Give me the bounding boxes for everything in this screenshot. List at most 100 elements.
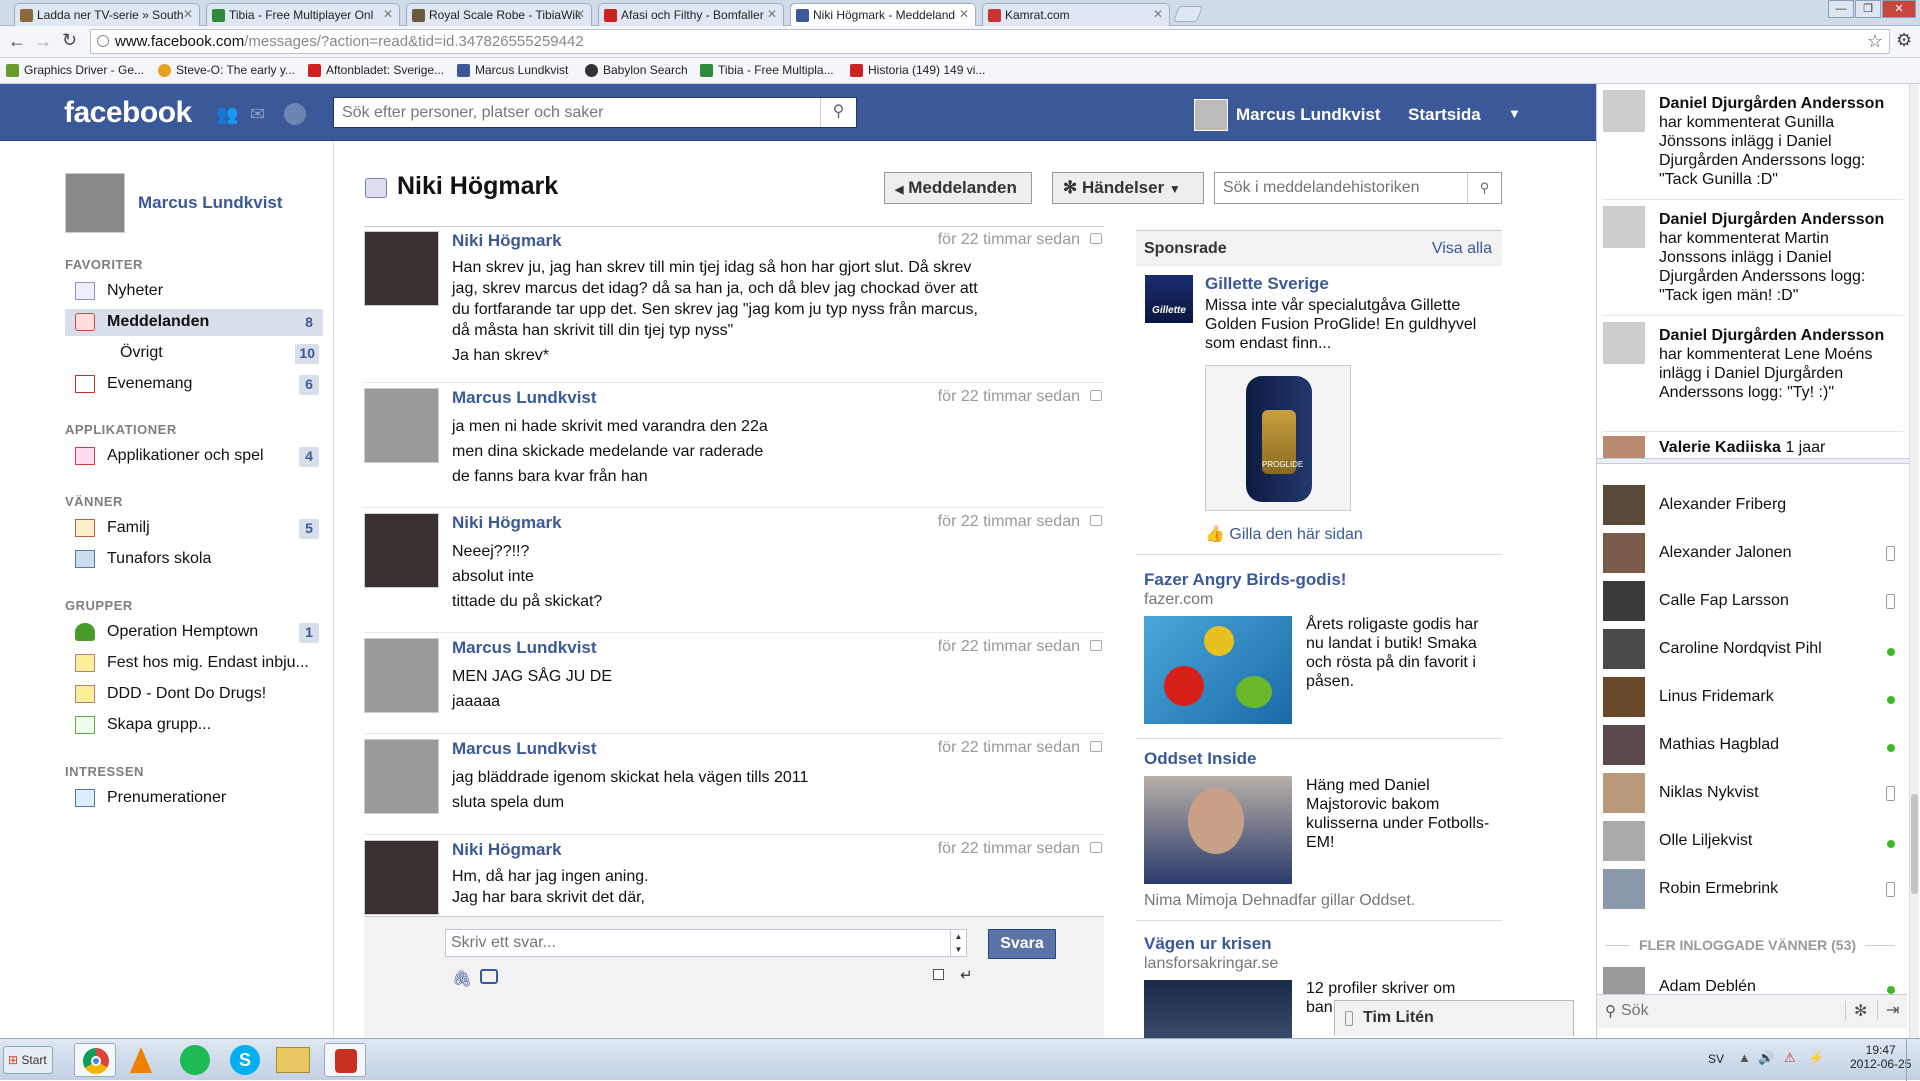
bookmark-item[interactable]: Steve-O: The early y...	[158, 63, 295, 77]
ticker-story[interactable]: Daniel Djurgården Andersson har kommente…	[1603, 316, 1903, 432]
close-tab-icon[interactable]: ✕	[575, 7, 585, 21]
nav-item-school[interactable]: Tunafors skola	[65, 546, 323, 573]
ticker-story[interactable]: Valerie Kadiiska 1 jaar	[1603, 432, 1903, 458]
message-author[interactable]: Marcus Lundkvist	[452, 638, 597, 658]
chat-friend[interactable]: Caroline Nordqvist Pihl	[1603, 626, 1903, 670]
ticker-story[interactable]: Daniel Djurgården Andersson har kommente…	[1603, 200, 1903, 316]
sender-avatar[interactable]	[364, 388, 439, 463]
maximize-window-button[interactable]: ❐	[1855, 0, 1881, 18]
ad-image-crisis[interactable]	[1144, 980, 1292, 1038]
message-author[interactable]: Niki Högmark	[452, 840, 562, 860]
ad-text[interactable]: Missa inte vår specialutgåva Gillette Go…	[1205, 296, 1495, 353]
sender-avatar[interactable]	[364, 513, 439, 588]
nav-item-messages[interactable]: Meddelanden 8	[65, 309, 323, 336]
ad-image-angry-birds[interactable]	[1144, 616, 1292, 724]
gillette-logo[interactable]: Gillette	[1145, 275, 1193, 323]
back-to-messages-button[interactable]: ◀ Meddelanden	[884, 172, 1032, 204]
sender-avatar[interactable]	[364, 840, 439, 915]
vlc-icon[interactable]	[126, 1045, 156, 1075]
bookmark-item[interactable]: Aftonbladet: Sverige...	[308, 63, 444, 77]
ad-text[interactable]: Årets roligaste godis har nu landat i bu…	[1306, 615, 1496, 691]
ticker-resize-handle[interactable]	[1597, 458, 1917, 464]
skype-icon[interactable]: S	[230, 1045, 260, 1075]
nav-item-subscriptions[interactable]: Prenumerationer	[65, 785, 323, 812]
network-icon[interactable]: ⚠	[1784, 1050, 1796, 1066]
ad-title[interactable]: Fazer Angry Birds-godis!	[1144, 570, 1346, 590]
nav-item-family[interactable]: Familj 5	[65, 515, 323, 542]
close-tab-icon[interactable]: ✕	[383, 7, 393, 21]
chat-friend[interactable]: Alexander Friberg	[1603, 482, 1903, 526]
close-tab-icon[interactable]: ✕	[767, 7, 777, 21]
camera-icon[interactable]	[480, 969, 498, 984]
page-info-icon[interactable]	[97, 35, 109, 47]
show-desktop-button[interactable]	[1906, 1039, 1920, 1081]
bookmark-item[interactable]: Graphics Driver - Ge...	[6, 63, 144, 77]
profile-name-link[interactable]: Marcus Lundkvist	[138, 193, 283, 213]
start-button[interactable]: ⊞ Start	[3, 1046, 53, 1074]
explorer-folder-icon[interactable]	[276, 1047, 310, 1073]
volume-icon[interactable]: 🔊	[1758, 1050, 1774, 1066]
chat-friend[interactable]: Calle Fap Larsson	[1603, 578, 1903, 622]
address-bar[interactable]: www.facebook.com/messages/?action=read&t…	[90, 29, 1890, 54]
history-search-input[interactable]	[1215, 173, 1463, 203]
messages-icon[interactable]: ✉	[250, 104, 272, 124]
bookmark-item[interactable]: Marcus Lundkvist	[457, 63, 568, 77]
close-tab-icon[interactable]: ✕	[1153, 7, 1163, 21]
chat-friend[interactable]: Linus Fridemark	[1603, 674, 1903, 718]
message-author[interactable]: Marcus Lundkvist	[452, 388, 597, 408]
chat-friend[interactable]: Alexander Jalonen	[1603, 530, 1903, 574]
message-author[interactable]: Marcus Lundkvist	[452, 739, 597, 759]
sender-avatar[interactable]	[364, 739, 439, 814]
bookmark-item[interactable]: Babylon Search	[585, 63, 688, 77]
home-link[interactable]: Startsida	[1408, 105, 1481, 125]
profile-avatar[interactable]	[65, 173, 125, 233]
ad-image-footballer[interactable]	[1144, 776, 1292, 884]
taskbar-app-game[interactable]	[324, 1043, 366, 1077]
facebook-search[interactable]: ⚲	[333, 97, 857, 128]
new-tab-button[interactable]	[1173, 6, 1203, 22]
notifications-globe-icon[interactable]	[284, 103, 306, 125]
nav-item-events[interactable]: Evenemang 6	[65, 371, 323, 398]
minimize-window-button[interactable]: —	[1828, 0, 1854, 18]
nav-item-create-group[interactable]: Skapa grupp...	[65, 712, 323, 739]
spotify-icon[interactable]	[180, 1045, 210, 1075]
ad-title[interactable]: Oddset Inside	[1144, 749, 1256, 769]
close-window-button[interactable]: ✕	[1882, 0, 1916, 18]
back-arrow-icon[interactable]: ←	[8, 31, 26, 52]
sender-avatar[interactable]	[364, 638, 439, 713]
like-page-link[interactable]: 👍 Gilla den här sidan	[1205, 524, 1363, 544]
chat-search-input[interactable]	[1621, 1000, 1821, 1022]
wrench-icon[interactable]: ⚙	[1896, 30, 1912, 51]
browser-tab[interactable]: Tibia - Free Multiplayer Onl ✕	[206, 3, 400, 26]
nav-item-group[interactable]: DDD - Dont Do Drugs!	[65, 681, 323, 708]
enter-to-send-checkbox[interactable]	[933, 969, 944, 980]
user-avatar[interactable]	[1194, 99, 1228, 131]
ad-image-razor[interactable]: PROGLIDE	[1205, 365, 1351, 511]
power-icon[interactable]: ⚡	[1808, 1050, 1824, 1066]
chat-popout-icon[interactable]: ⇥	[1877, 1000, 1899, 1020]
browser-tab[interactable]: Kamrat.com ✕	[982, 3, 1170, 26]
page-scrollbar[interactable]	[1909, 84, 1919, 1038]
forward-arrow-icon[interactable]: →	[34, 31, 52, 52]
facebook-logo[interactable]: facebook	[64, 96, 192, 130]
account-dropdown-icon[interactable]: ▼	[1508, 106, 1521, 121]
ad-title[interactable]: Vägen ur krisen	[1144, 934, 1272, 954]
taskbar-chrome[interactable]	[74, 1043, 116, 1077]
chat-tab[interactable]: Tim Litén	[1334, 1000, 1574, 1036]
browser-tab-active[interactable]: Niki Högmark - Meddeland ✕	[790, 3, 976, 27]
taskbar-clock[interactable]: 19:47 2012-06-25	[1850, 1043, 1911, 1071]
bookmark-star-icon[interactable]: ☆	[1867, 31, 1883, 52]
reply-scrollbar[interactable]: ▲ ▼	[950, 930, 966, 956]
chat-friend[interactable]: Olle Liljekvist	[1603, 818, 1903, 862]
sender-avatar[interactable]	[364, 231, 439, 306]
close-tab-icon[interactable]: ✕	[183, 7, 193, 21]
actions-dropdown-button[interactable]: ✻ Händelser ▼	[1052, 172, 1204, 204]
ad-title[interactable]: Gillette Sverige	[1205, 274, 1329, 294]
search-input[interactable]	[334, 98, 814, 127]
friend-requests-icon[interactable]: 👥	[216, 104, 238, 124]
search-icon[interactable]: ⚲	[1467, 173, 1501, 203]
bookmark-item[interactable]: Historia (149) 149 vi...	[850, 63, 985, 77]
nav-item-other[interactable]: Övrigt 10	[65, 340, 323, 367]
chat-friend[interactable]: Adam Deblén	[1603, 964, 1903, 994]
nav-item-group[interactable]: Operation Hemptown 1	[65, 619, 323, 646]
